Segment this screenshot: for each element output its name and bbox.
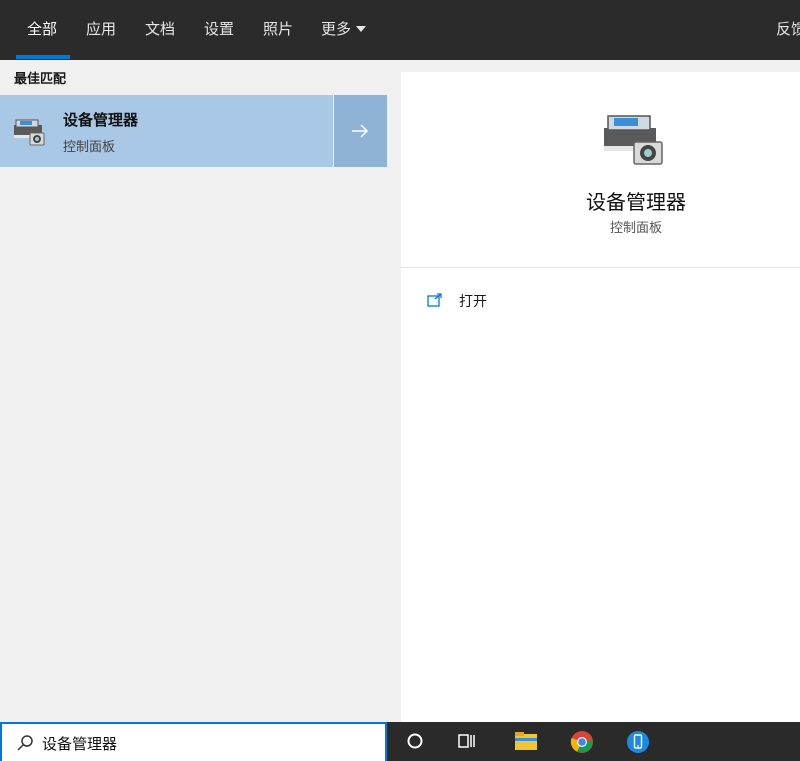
file-explorer-button[interactable] bbox=[501, 722, 549, 761]
device-manager-icon bbox=[14, 119, 45, 146]
cortana-button[interactable] bbox=[391, 722, 439, 761]
details-title: 设备管理器 bbox=[586, 190, 686, 214]
chrome-button[interactable] bbox=[557, 722, 605, 761]
best-match-result[interactable]: 设备管理器 控制面板 bbox=[0, 95, 333, 167]
taskbar bbox=[387, 722, 800, 761]
chrome-icon bbox=[570, 731, 593, 753]
open-action-label: 打开 bbox=[459, 294, 487, 310]
tab-photos[interactable]: 照片 bbox=[263, 18, 293, 40]
open-details-button[interactable] bbox=[334, 95, 387, 167]
result-subtitle: 控制面板 bbox=[63, 140, 116, 155]
tab-apps[interactable]: 应用 bbox=[86, 18, 116, 40]
search-box[interactable] bbox=[0, 722, 387, 761]
open-action[interactable]: 打开 bbox=[425, 290, 545, 312]
search-input[interactable] bbox=[42, 730, 372, 756]
search-icon bbox=[17, 735, 33, 751]
tab-documents[interactable]: 文档 bbox=[145, 18, 175, 40]
arrow-right-icon bbox=[352, 124, 369, 138]
open-in-new-icon bbox=[427, 293, 442, 307]
details-divider bbox=[401, 267, 800, 268]
phone-icon bbox=[627, 731, 649, 753]
chevron-down-icon bbox=[356, 25, 367, 32]
details-subtitle: 控制面板 bbox=[609, 221, 662, 236]
section-title-best-match: 最佳匹配 bbox=[14, 72, 67, 87]
tab-more-label: 更多 bbox=[321, 20, 352, 38]
details-panel: 设备管理器 控制面板 打开 bbox=[401, 72, 800, 722]
tab-more[interactable]: 更多 bbox=[321, 18, 367, 40]
active-tab-indicator bbox=[16, 55, 70, 59]
search-scope-tabs: 全部 应用 文档 设置 照片 更多 反馈 bbox=[0, 0, 800, 60]
cortana-circle-icon bbox=[407, 733, 423, 749]
tab-settings[interactable]: 设置 bbox=[204, 18, 234, 40]
feedback-link[interactable]: 反馈 bbox=[776, 18, 800, 40]
device-manager-large-icon bbox=[604, 115, 663, 165]
tab-all[interactable]: 全部 bbox=[27, 18, 57, 40]
result-title: 设备管理器 bbox=[63, 111, 139, 129]
phone-app-button[interactable] bbox=[613, 722, 661, 761]
task-view-button[interactable] bbox=[443, 722, 491, 761]
file-explorer-icon bbox=[515, 732, 537, 750]
results-panel: 最佳匹配 设备管理器 控制面板 bbox=[0, 60, 400, 722]
task-view-icon bbox=[458, 734, 475, 748]
